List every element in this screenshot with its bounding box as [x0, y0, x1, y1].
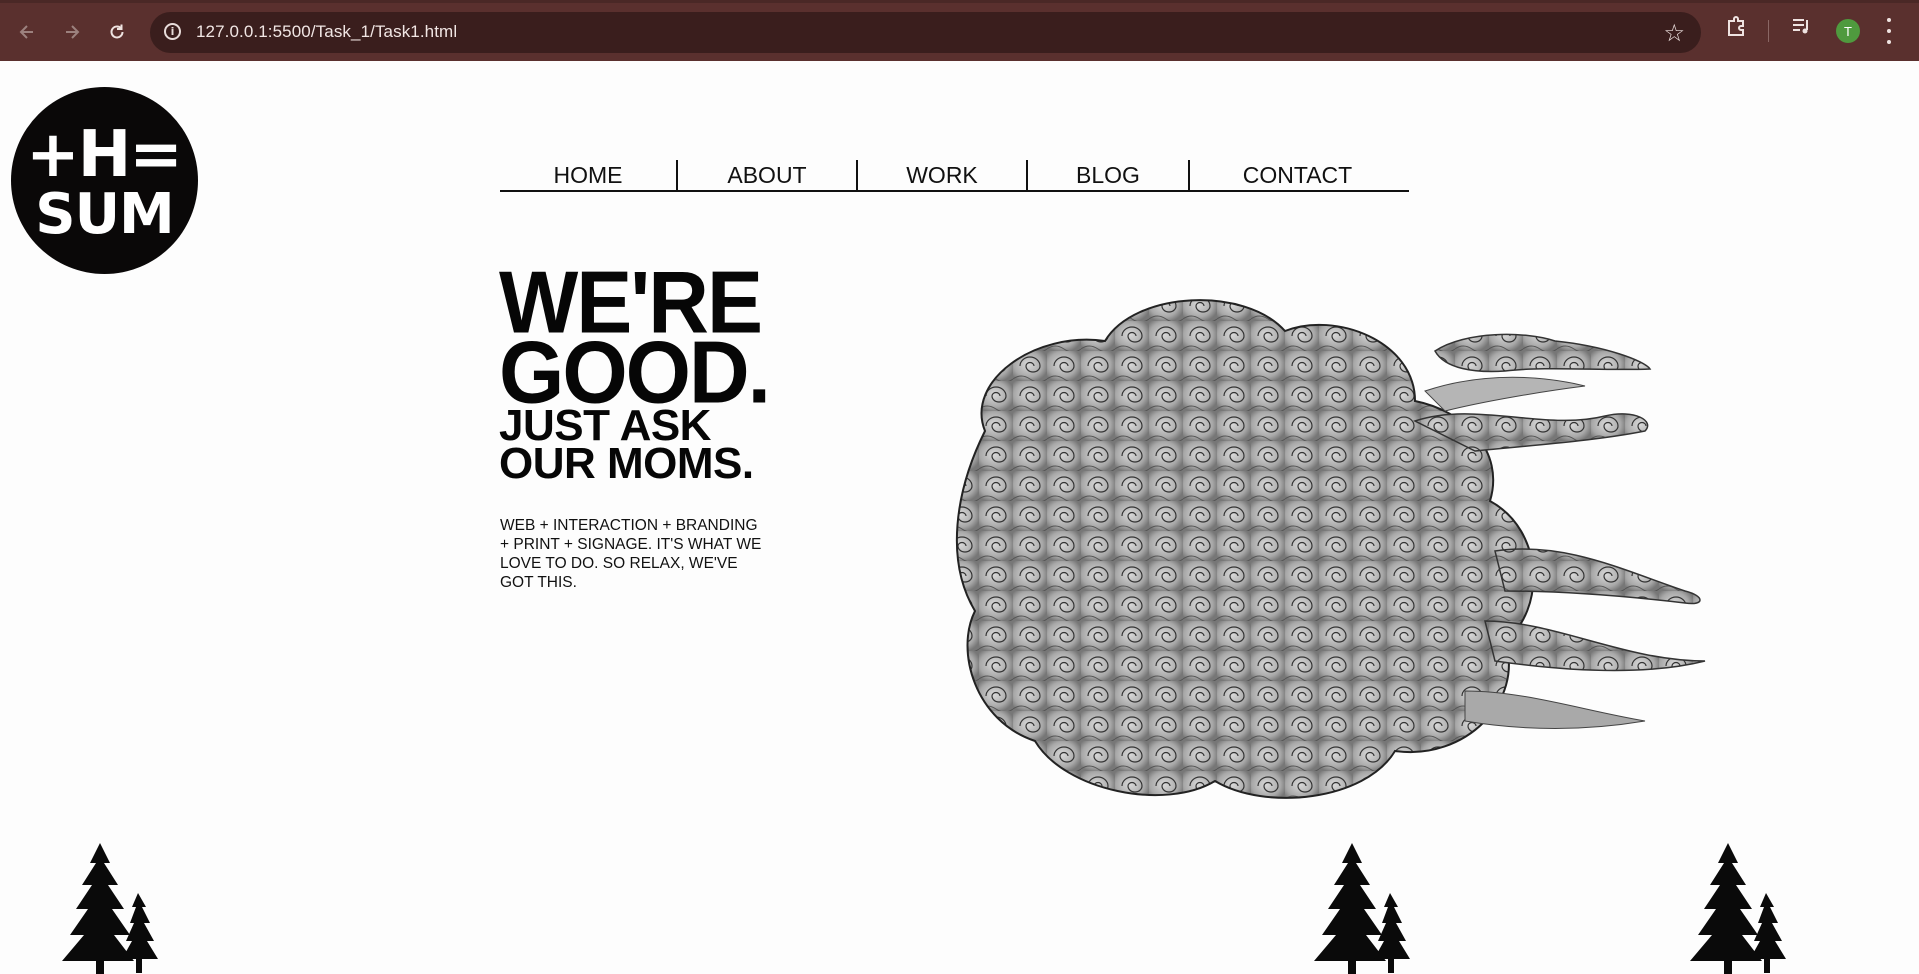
nav-blog[interactable]: BLOG	[1028, 160, 1188, 190]
headline-line-4: OUR MOMS.	[499, 439, 754, 488]
bookmark-star-icon[interactable]: ☆	[1663, 19, 1685, 47]
pine-tree-icon	[62, 843, 158, 974]
media-control-icon[interactable]	[1790, 14, 1814, 43]
site-logo[interactable]: +H= SUM	[11, 87, 198, 274]
site-info-icon[interactable]: i	[164, 23, 181, 40]
url-text[interactable]: 127.0.0.1:5500/Task_1/Task1.html	[196, 22, 457, 42]
headline-line-2: GOOD.	[499, 322, 771, 422]
back-arrow-icon[interactable]	[10, 15, 44, 49]
extensions-icon[interactable]	[1725, 14, 1749, 43]
forward-arrow-icon[interactable]	[55, 15, 89, 49]
reload-icon[interactable]	[100, 15, 134, 49]
toolbar-separator	[1768, 20, 1769, 42]
hero-headline: WE'RE GOOD. JUST ASK OUR MOMS.	[499, 258, 771, 488]
logo-line-bottom: SUM	[35, 182, 175, 247]
address-bar[interactable]: i 127.0.0.1:5500/Task_1/Task1.html ☆	[150, 12, 1701, 53]
nav-work[interactable]: WORK	[858, 160, 1026, 190]
logo-line-top: +H=	[26, 118, 183, 192]
pine-tree-icon	[1690, 843, 1786, 974]
browser-toolbar: i 127.0.0.1:5500/Task_1/Task1.html ☆ T	[0, 0, 1919, 61]
menu-kebab-icon[interactable]	[1886, 18, 1892, 44]
tab-strip	[0, 0, 1919, 3]
nav-home[interactable]: HOME	[500, 160, 676, 190]
nav-about[interactable]: ABOUT	[678, 160, 856, 190]
pine-tree-icon	[1314, 843, 1410, 974]
nav-contact[interactable]: CONTACT	[1190, 160, 1405, 190]
page-content: +H= SUM HOME ABOUT WORK BLOG CONTACT WE'…	[0, 61, 1919, 974]
swirl-cloud-illustration	[955, 299, 1706, 799]
hero-tagline: WEB + INTERACTION + BRANDING + PRINT + S…	[500, 517, 762, 591]
main-nav: HOME ABOUT WORK BLOG CONTACT	[500, 160, 1409, 192]
profile-avatar[interactable]: T	[1836, 19, 1860, 43]
